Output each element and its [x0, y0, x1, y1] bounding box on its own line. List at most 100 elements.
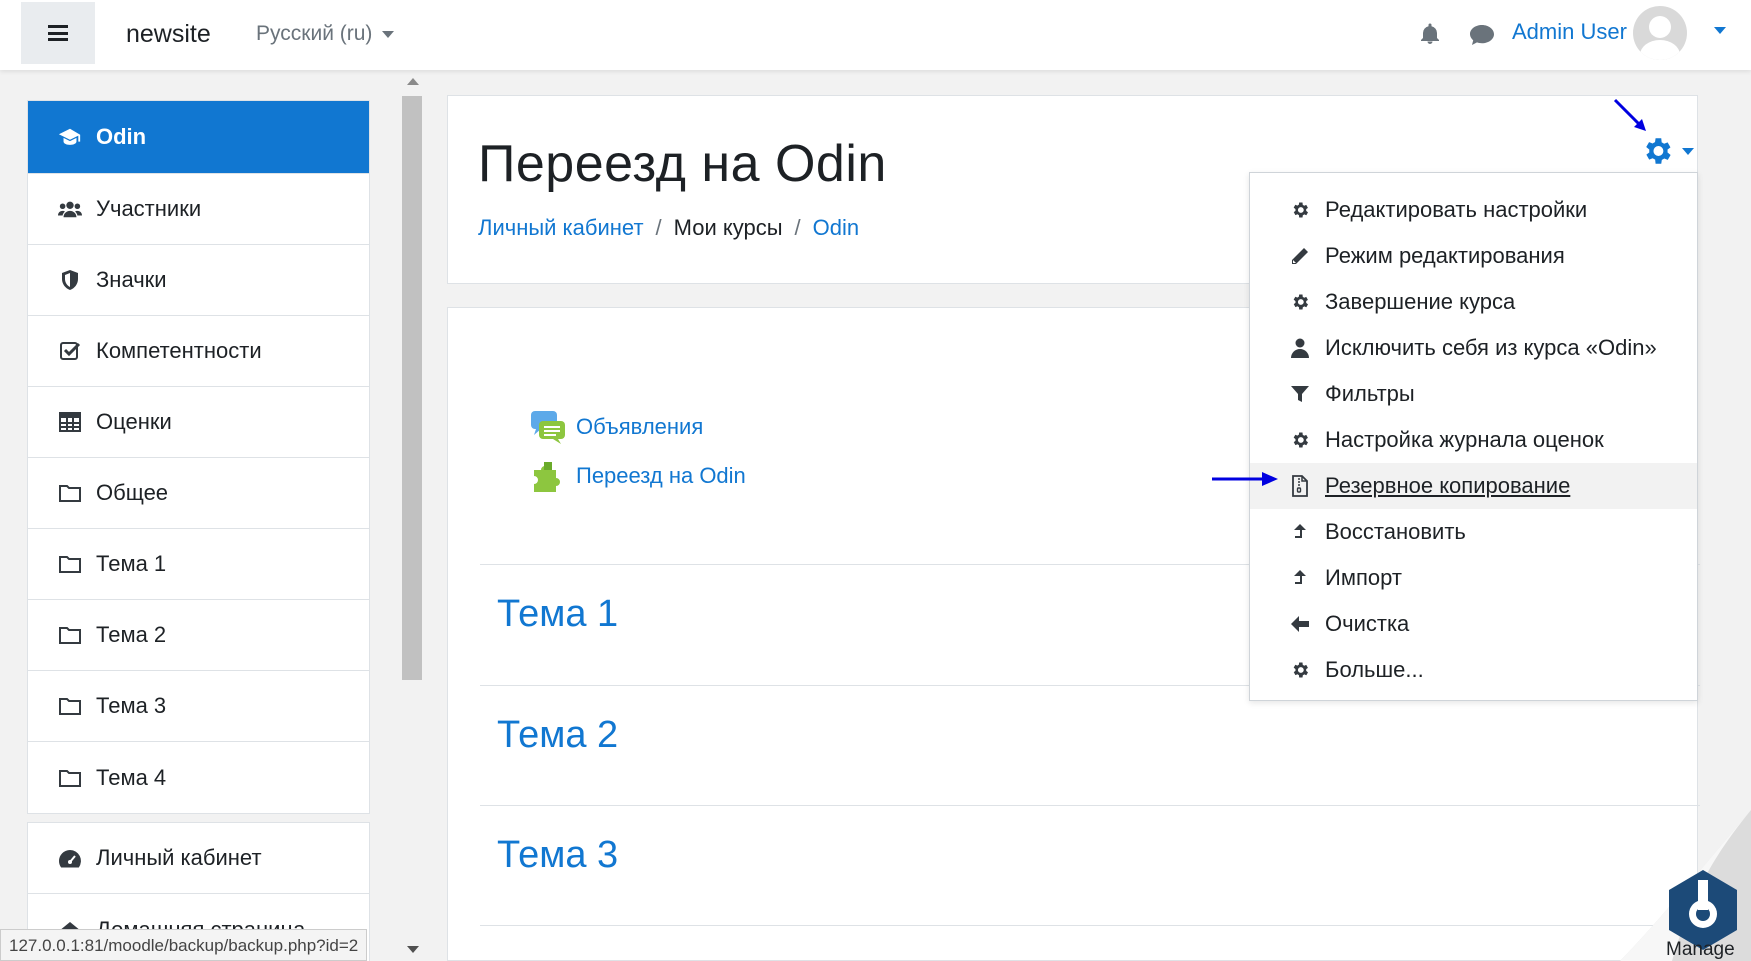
nav-item-label: Оценки: [96, 409, 172, 434]
menu-item-backup[interactable]: Резервное копирование: [1250, 463, 1697, 509]
nav-item-topic-3[interactable]: Тема 3: [28, 671, 369, 742]
menu-item-restore[interactable]: Восстановить: [1250, 509, 1697, 555]
menu-item-edit-mode[interactable]: Режим редактирования: [1250, 233, 1697, 279]
menu-item-edit-settings[interactable]: Редактировать настройки: [1250, 187, 1697, 233]
nav-item-general[interactable]: Общее: [28, 458, 369, 529]
nav-item-label: Общее: [96, 480, 169, 505]
menu-item-label: Исключить себя из курса «Odin»: [1325, 335, 1657, 360]
nav-item-label: Личный кабинет: [96, 845, 262, 870]
course-actions-button[interactable]: [1640, 134, 1694, 168]
breadcrumb-my-courses[interactable]: Мои курсы: [674, 215, 783, 241]
nav-item-participants[interactable]: Участники: [28, 174, 369, 245]
menu-toggle-button[interactable]: [21, 2, 95, 64]
upload-arrow-icon: [1289, 521, 1311, 543]
annotation-arrow-icon: [1212, 472, 1278, 486]
arrow-left-icon: [1289, 613, 1311, 635]
chevron-down-icon[interactable]: [1714, 27, 1726, 34]
table-icon: [58, 410, 82, 434]
nav-item-label: Тема 2: [96, 622, 167, 647]
breadcrumb-course[interactable]: Odin: [813, 215, 859, 241]
menu-item-label: Режим редактирования: [1325, 243, 1565, 268]
check-square-icon: [58, 339, 82, 363]
nav-item-label: Тема 1: [96, 551, 167, 576]
upload-arrow-icon: [1289, 567, 1311, 589]
manage-label[interactable]: Manage: [1666, 939, 1735, 961]
activity-label: Переезд на Odin: [576, 463, 746, 488]
forum-icon: [531, 411, 565, 444]
avatar[interactable]: [1633, 6, 1687, 60]
language-label: Русский (ru): [256, 22, 373, 45]
menu-item-filters[interactable]: Фильтры: [1250, 371, 1697, 417]
filter-icon: [1289, 383, 1311, 405]
folder-icon: [58, 481, 82, 505]
chevron-down-icon: [382, 30, 395, 38]
menu-item-label: Редактировать настройки: [1325, 197, 1588, 222]
course-section: Тема 3: [480, 805, 1700, 913]
file-archive-icon: [1289, 475, 1311, 497]
menu-item-unenrol[interactable]: Исключить себя из курса «Odin»: [1250, 325, 1697, 371]
nav-item-course[interactable]: Odin: [28, 101, 369, 174]
user-menu-name[interactable]: Admin User: [1512, 19, 1627, 45]
menu-item-course-completion[interactable]: Завершение курса: [1250, 279, 1697, 325]
section-title[interactable]: Тема 3: [497, 834, 618, 877]
nav-item-grades[interactable]: Оценки: [28, 387, 369, 458]
menu-item-more[interactable]: Больше...: [1250, 647, 1697, 693]
nav-item-badges[interactable]: Значки: [28, 245, 369, 316]
nav-item-label: Участники: [96, 196, 202, 221]
folder-icon: [58, 766, 82, 790]
user-icon: [1289, 337, 1311, 359]
graduation-cap-icon: [58, 125, 82, 149]
course-section: Тема 2: [480, 685, 1700, 793]
activity-lesson[interactable]: Переезд на Odin: [530, 458, 746, 494]
menu-item-import[interactable]: Импорт: [1250, 555, 1697, 601]
hamburger-icon: [48, 25, 68, 41]
dashboard-icon: [58, 846, 82, 870]
nav-item-label: Тема 4: [96, 764, 167, 790]
shield-icon: [58, 268, 82, 292]
nav-item-label: Odin: [96, 124, 147, 149]
activity-announcements[interactable]: Объявления: [530, 409, 703, 445]
gear-icon: [1289, 429, 1311, 451]
chat-icon[interactable]: [1469, 24, 1495, 46]
menu-item-label: Настройка журнала оценок: [1325, 427, 1604, 452]
scroll-thumb[interactable]: [402, 96, 422, 680]
folder-icon: [58, 694, 82, 718]
breadcrumb: Личный кабинет / Мои курсы / Odin: [478, 215, 860, 241]
nav-item-topic-4[interactable]: Тема 4: [28, 742, 369, 813]
menu-item-reset[interactable]: Очистка: [1250, 601, 1697, 647]
folder-icon: [58, 623, 82, 647]
top-navbar: newsite Русский (ru) Admin User: [0, 0, 1751, 70]
nav-item-label: Значки: [96, 267, 167, 292]
breadcrumb-dashboard[interactable]: Личный кабинет: [478, 215, 644, 241]
course-nav: Odin Участники Значки Компетентности Оце…: [27, 100, 370, 814]
site-name[interactable]: newsite: [126, 20, 211, 49]
nav-item-topic-1[interactable]: Тема 1: [28, 529, 369, 600]
nav-item-dashboard[interactable]: Личный кабинет: [28, 823, 369, 894]
nav-item-label: Тема 3: [96, 693, 167, 718]
page-title: Переезд на Odin: [478, 135, 887, 193]
menu-item-label: Больше...: [1325, 657, 1424, 682]
menu-item-label: Восстановить: [1325, 519, 1466, 544]
gear-icon: [1289, 659, 1311, 681]
language-selector[interactable]: Русский (ru): [256, 22, 395, 46]
section-title[interactable]: Тема 2: [497, 714, 618, 757]
status-bar-url: 127.0.0.1:81/moodle/backup/backup.php?id…: [0, 929, 368, 961]
menu-item-label: Очистка: [1325, 611, 1410, 636]
nav-item-label: Компетентности: [96, 338, 262, 363]
nav-item-competencies[interactable]: Компетентности: [28, 316, 369, 387]
scroll-down-arrow-icon[interactable]: [407, 946, 419, 953]
menu-item-label: Завершение курса: [1325, 289, 1516, 314]
section-title[interactable]: Тема 1: [497, 593, 618, 636]
bell-icon[interactable]: [1418, 22, 1442, 46]
users-icon: [58, 197, 82, 221]
course-actions-menu: Редактировать настройки Режим редактиров…: [1249, 172, 1698, 701]
menu-item-gradebook-setup[interactable]: Настройка журнала оценок: [1250, 417, 1697, 463]
folder-icon: [58, 552, 82, 576]
menu-item-label: Резервное копирование: [1325, 473, 1571, 498]
activity-label: Объявления: [576, 414, 704, 439]
puzzle-icon: [534, 462, 560, 492]
menu-item-label: Импорт: [1325, 565, 1402, 590]
nav-item-topic-2[interactable]: Тема 2: [28, 600, 369, 671]
gear-icon: [1289, 199, 1311, 221]
scroll-up-arrow-icon[interactable]: [407, 78, 419, 85]
